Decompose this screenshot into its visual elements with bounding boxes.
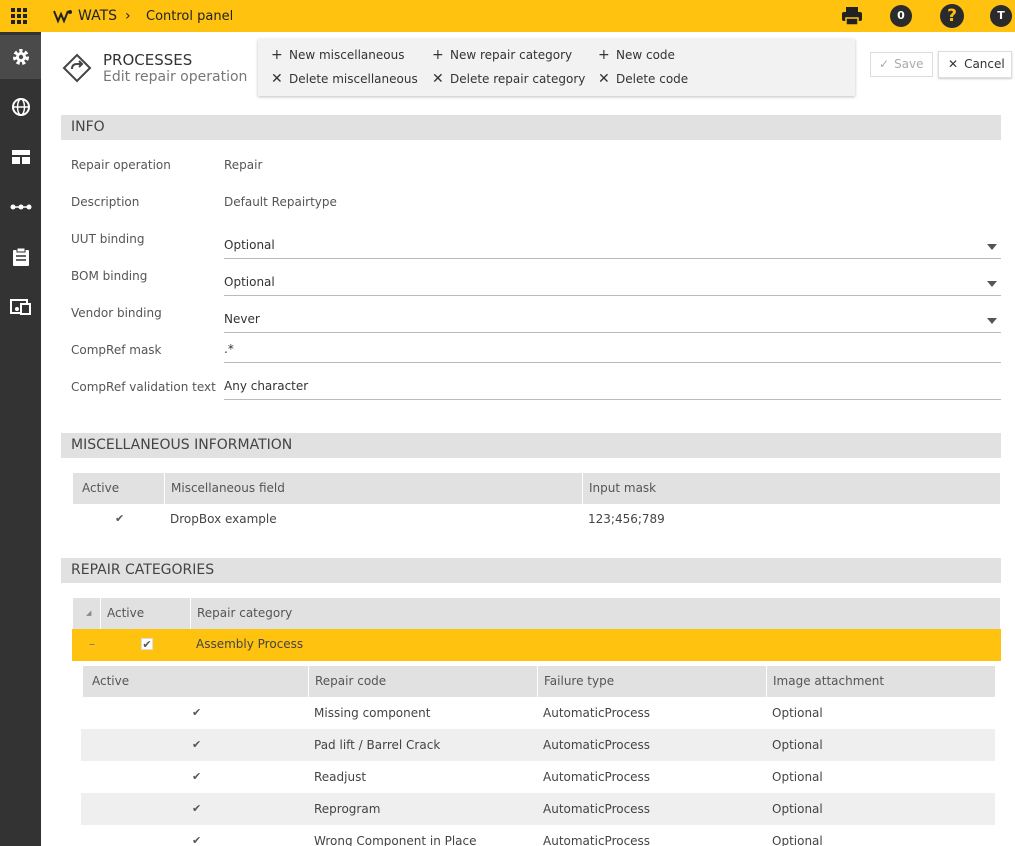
- compref-mask-label: CompRef mask: [71, 343, 162, 357]
- sort-triangle-icon: ◢: [86, 609, 92, 617]
- failure-type-cell: AutomaticProcess: [543, 770, 651, 784]
- check-icon: ✓: [879, 57, 890, 71]
- chevron-right-icon: ›: [125, 8, 131, 24]
- app-launcher-icon[interactable]: [11, 8, 27, 24]
- sort-col[interactable]: ◢: [72, 598, 100, 629]
- collapse-icon[interactable]: –: [89, 637, 95, 651]
- row-stripe: [81, 729, 995, 761]
- misc-section-header: MISCELLANEOUS INFORMATION: [61, 433, 1001, 458]
- cancel-button[interactable]: ✕ Cancel: [938, 51, 1012, 78]
- description-label: Description: [71, 195, 140, 209]
- clipboard-icon[interactable]: [0, 235, 41, 279]
- delete-repair-category-button[interactable]: ✕ Delete repair category: [432, 71, 585, 87]
- repair-code-cell: Reprogram: [314, 802, 381, 816]
- codes-col-active[interactable]: Active: [82, 666, 308, 697]
- category-name: Assembly Process: [196, 637, 304, 651]
- delete-miscellaneous-button[interactable]: ✕ Delete miscellaneous: [271, 71, 418, 87]
- avatar[interactable]: T: [990, 5, 1012, 27]
- delete-code-button[interactable]: ✕ Delete code: [598, 71, 688, 87]
- gear-icon[interactable]: [0, 35, 41, 79]
- codes-col-code[interactable]: Repair code: [308, 666, 537, 697]
- repair-code-cell: Wrong Component in Place: [314, 834, 477, 846]
- category-row-selected[interactable]: – ✔ Assembly Process: [72, 629, 1001, 661]
- plus-icon: +: [271, 47, 283, 63]
- dashboard-icon[interactable]: [0, 135, 41, 179]
- close-icon: ✕: [948, 57, 959, 71]
- image-attachment-cell: Optional: [772, 834, 823, 846]
- chevron-down-icon: [987, 244, 997, 250]
- vendor-binding-select[interactable]: Never: [224, 306, 1001, 333]
- repair-code-cell: Pad lift / Barrel Crack: [314, 738, 441, 752]
- bom-binding-select[interactable]: Optional: [224, 269, 1001, 296]
- plus-icon: +: [598, 47, 610, 63]
- app-name[interactable]: WATS: [78, 8, 117, 24]
- close-icon: ✕: [598, 71, 610, 87]
- codes-col-image[interactable]: Image attachment: [766, 666, 995, 697]
- chevron-down-icon: [987, 318, 997, 324]
- notifications-badge[interactable]: 0: [890, 5, 912, 27]
- misc-active-checkbox[interactable]: ✔: [115, 513, 126, 524]
- code-active-checkbox[interactable]: ✔: [192, 803, 203, 814]
- misc-col-active[interactable]: Active: [72, 473, 164, 504]
- compref-validation-label: CompRef validation text: [71, 380, 216, 394]
- repair-categories-section-header: REPAIR CATEGORIES: [61, 558, 1001, 583]
- misc-col-mask[interactable]: Input mask: [582, 473, 1000, 504]
- description-value: Default Repairtype: [224, 195, 337, 209]
- close-icon: ✕: [432, 71, 444, 87]
- codes-col-failure[interactable]: Failure type: [537, 666, 766, 697]
- uut-binding-select[interactable]: Optional: [224, 232, 1001, 259]
- new-miscellaneous-button[interactable]: + New miscellaneous: [271, 47, 404, 63]
- failure-type-cell: AutomaticProcess: [543, 802, 651, 816]
- action-toolbar: + New miscellaneous ✕ Delete miscellaneous…: [258, 39, 855, 96]
- code-active-checkbox[interactable]: ✔: [192, 707, 203, 718]
- bom-binding-label: BOM binding: [71, 269, 148, 283]
- plus-icon: +: [432, 47, 444, 63]
- row-stripe: [81, 793, 995, 825]
- repair-operation-label: Repair operation: [71, 158, 171, 172]
- category-active-checkbox[interactable]: ✔: [141, 638, 153, 650]
- compref-validation-input[interactable]: Any character: [224, 373, 1001, 400]
- print-icon[interactable]: [841, 6, 863, 26]
- info-section-header: INFO: [61, 115, 1001, 140]
- wats-logo-icon[interactable]: [53, 7, 73, 25]
- breadcrumb[interactable]: Control panel: [146, 9, 233, 24]
- code-active-checkbox[interactable]: ✔: [192, 835, 203, 846]
- failure-type-cell: AutomaticProcess: [543, 706, 651, 720]
- repair-process-icon: [62, 53, 92, 83]
- repair-operation-value: Repair: [224, 158, 263, 172]
- misc-field-cell: DropBox example: [170, 512, 277, 526]
- devices-icon[interactable]: [0, 285, 41, 329]
- category-col-name[interactable]: Repair category: [190, 598, 1000, 629]
- save-button[interactable]: ✓ Save: [870, 52, 933, 77]
- process-flow-icon[interactable]: [0, 185, 41, 229]
- repair-code-cell: Readjust: [314, 770, 367, 784]
- misc-mask-cell: 123;456;789: [588, 512, 665, 526]
- close-icon: ✕: [271, 71, 283, 87]
- failure-type-cell: AutomaticProcess: [543, 738, 651, 752]
- image-attachment-cell: Optional: [772, 706, 823, 720]
- failure-type-cell: AutomaticProcess: [543, 834, 651, 846]
- page-subtitle: Edit repair operation: [103, 69, 248, 85]
- vendor-binding-label: Vendor binding: [71, 306, 162, 320]
- category-col-active[interactable]: Active: [100, 598, 190, 629]
- code-active-checkbox[interactable]: ✔: [192, 771, 203, 782]
- chevron-down-icon: [987, 281, 997, 287]
- code-active-checkbox[interactable]: ✔: [192, 739, 203, 750]
- misc-col-field[interactable]: Miscellaneous field: [164, 473, 582, 504]
- image-attachment-cell: Optional: [772, 802, 823, 816]
- image-attachment-cell: Optional: [772, 738, 823, 752]
- help-icon[interactable]: ?: [940, 4, 964, 28]
- top-bar: WATS › Control panel 0 ? T: [0, 0, 1015, 32]
- page-title: PROCESSES: [103, 51, 193, 69]
- compref-mask-input[interactable]: .*: [224, 336, 1001, 363]
- new-repair-category-button[interactable]: + New repair category: [432, 47, 572, 63]
- sidebar: [0, 32, 41, 846]
- new-code-button[interactable]: + New code: [598, 47, 675, 63]
- repair-code-cell: Missing component: [314, 706, 431, 720]
- image-attachment-cell: Optional: [772, 770, 823, 784]
- uut-binding-label: UUT binding: [71, 232, 145, 246]
- globe-icon[interactable]: [0, 85, 41, 129]
